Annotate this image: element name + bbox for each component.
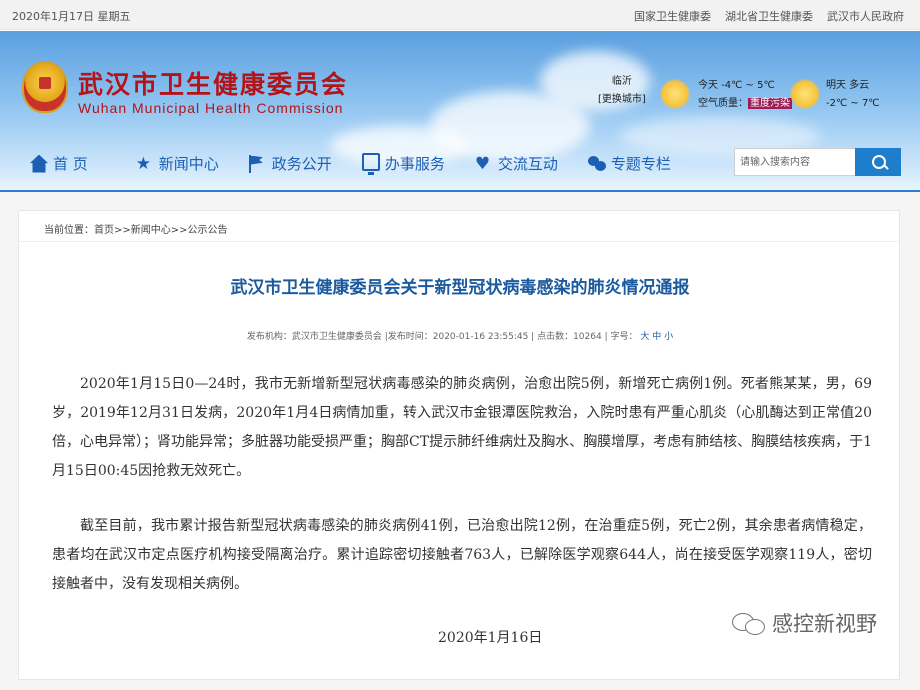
sun-icon [790, 79, 820, 109]
weather-tomorrow: 明天 多云 -2℃ ~ 7℃ [826, 77, 880, 113]
nav-item-news[interactable]: ★ 新闻中心 [136, 153, 219, 174]
current-date: 2020年1月17日 星期五 [12, 10, 131, 23]
link-wuhan-government[interactable]: 武汉市人民政府 [827, 8, 904, 24]
weather-today: 今天 -4℃ ~ 5℃ 空气质量： 重度污染 [698, 77, 792, 113]
nav-item-label: 政务公开 [271, 155, 332, 173]
nav-item-services[interactable]: 办事服务 [361, 153, 445, 175]
home-icon [30, 154, 48, 173]
site-subtitle-en: Wuhan Municipal Health Commission [78, 100, 344, 116]
air-quality: 空气质量： 重度污染 [698, 95, 792, 113]
chat-icon [587, 155, 606, 173]
tomorrow-forecast: 明天 多云 [826, 80, 870, 91]
nav-item-label: 新闻中心 [158, 155, 219, 173]
search-button[interactable] [855, 148, 901, 176]
flag-icon [248, 154, 267, 173]
nav-item-label: 办事服务 [384, 155, 445, 173]
nav-item-label: 首 页 [53, 155, 88, 173]
article-meta: 发布机构：武汉市卫生健康委员会 |发布时间：2020-01-16 23:55:4… [0, 329, 920, 342]
font-size-large[interactable]: 大 [640, 332, 649, 342]
font-size-medium[interactable]: 中 [652, 332, 661, 342]
external-links: 国家卫生健康委 湖北省卫生健康委 武汉市人民政府 [634, 8, 904, 24]
watermark-text: 感控新视野 [772, 612, 877, 636]
wechat-watermark: 感控新视野 [732, 608, 877, 638]
link-hubei-health-commission[interactable]: 湖北省卫生健康委 [725, 8, 813, 24]
search-box [734, 148, 901, 176]
article-title: 武汉市卫生健康委员会关于新型冠状病毒感染的肺炎情况通报 [230, 278, 690, 298]
tomorrow-temperature: -2℃ ~ 7℃ [826, 98, 880, 109]
nav-item-label: 专题专栏 [610, 155, 671, 173]
nav-item-label: 交流互动 [497, 155, 558, 173]
article-meta-info: 发布机构：武汉市卫生健康委员会 |发布时间：2020-01-16 23:55:4… [246, 332, 638, 342]
article-paragraph: 截至目前，我市累计报告新型冠状病毒感染的肺炎病例41例，已治愈出院12例，在治重… [52, 518, 872, 592]
nav-item-interaction[interactable]: ♥ 交流互动 [475, 153, 558, 174]
article-paragraph: 2020年1月15日0—24时，我市无新增新型冠状病毒感染的肺炎病例，治愈出院5… [52, 376, 872, 479]
sun-icon [660, 79, 690, 109]
breadcrumb[interactable]: 当前位置：首页>>新闻中心>>公示公告 [44, 221, 228, 236]
site-title[interactable]: 武汉市卫生健康委员会 [78, 65, 348, 101]
city-name: 临沂 [611, 76, 632, 87]
nav-item-home[interactable]: 首 页 [30, 153, 88, 174]
nav-item-special-topics[interactable]: 专题专栏 [587, 153, 671, 174]
national-emblem-logo [22, 61, 68, 113]
main-navigation: 首 页 ★ 新闻中心 政务公开 办事服务 ♥ 交流互动 专题专栏 [30, 153, 701, 175]
top-utility-bar: 2020年1月17日 星期五 国家卫生健康委 湖北省卫生健康委 武汉市人民政府 [0, 0, 920, 30]
change-city-link[interactable]: [更换城市] [598, 91, 646, 109]
link-national-health-commission[interactable]: 国家卫生健康委 [634, 8, 711, 24]
weather-city: 临沂 [更换城市] [598, 73, 646, 109]
air-quality-label: 空气质量： [698, 98, 748, 109]
wechat-icon [732, 611, 768, 635]
article-signature-date: 2020年1月16日 [438, 630, 543, 646]
star-icon: ★ [135, 153, 152, 174]
search-input[interactable] [734, 148, 855, 176]
breadcrumb-divider [18, 241, 900, 242]
monitor-icon [361, 153, 380, 175]
today-temperature: 今天 -4℃ ~ 5℃ [698, 80, 775, 91]
heart-icon: ♥ [474, 153, 491, 174]
nav-item-government-affairs[interactable]: 政务公开 [248, 153, 332, 174]
font-size-small[interactable]: 小 [664, 332, 673, 342]
air-quality-badge: 重度污染 [748, 98, 792, 109]
